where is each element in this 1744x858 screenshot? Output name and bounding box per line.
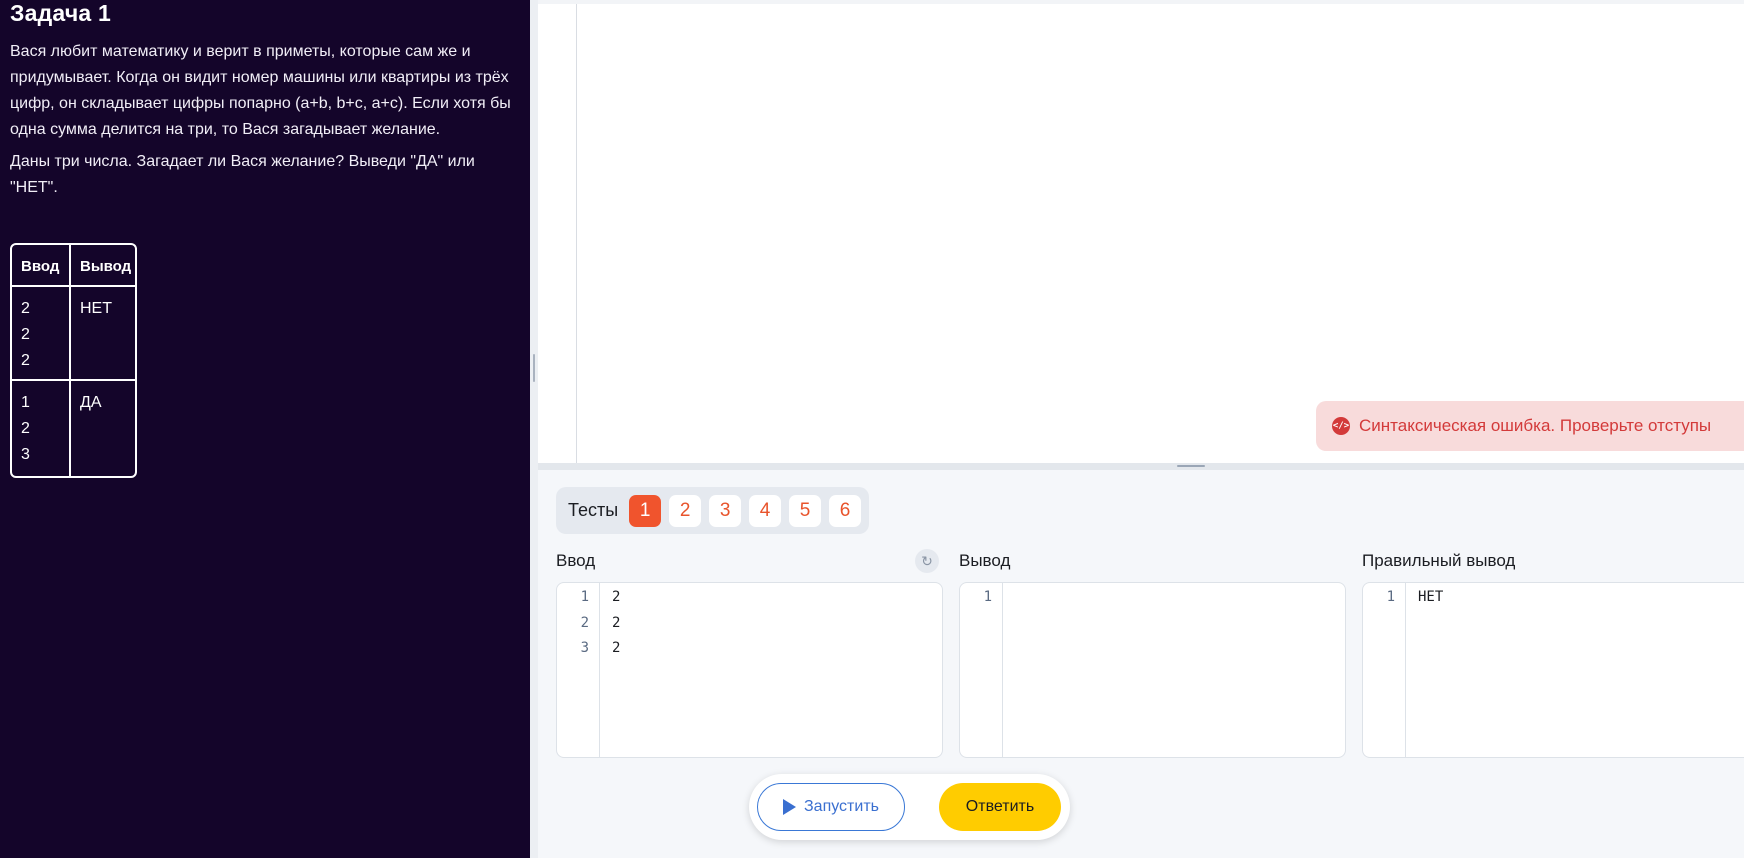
line-number: 1 xyxy=(580,589,589,605)
run-button-label: Запустить xyxy=(804,798,879,815)
input-line: 2 xyxy=(612,640,621,656)
editor-gutter-border xyxy=(576,4,577,463)
syntax-error-toast[interactable]: </> Синтаксическая ошибка. Проверьте отс… xyxy=(1316,401,1744,451)
examples-table: Ввод 2 2 2 1 2 3 Вывод НЕТ ДА xyxy=(10,243,137,478)
test-output-field: 1 xyxy=(959,582,1346,758)
example-input-line: 2 xyxy=(21,326,30,343)
line-number: 1 xyxy=(983,589,992,605)
run-button[interactable]: Запустить xyxy=(757,783,905,831)
input-label: Ввод xyxy=(556,551,596,570)
task-panel: Задача 1 Вася любит математику и верит в… xyxy=(0,0,530,858)
play-icon xyxy=(783,799,796,815)
example-input-line: 3 xyxy=(21,446,30,463)
answer-button-label: Ответить xyxy=(965,798,1035,815)
refresh-icon[interactable]: ↻ xyxy=(915,549,939,573)
test-tab-6[interactable]: 6 xyxy=(829,494,861,527)
tests-selector: Тесты 1 2 3 4 5 6 xyxy=(556,487,869,534)
example-output-cell: НЕТ xyxy=(71,287,135,381)
line-number: 3 xyxy=(580,640,589,656)
output-label: Вывод xyxy=(959,551,1011,570)
test-tab-1[interactable]: 1 xyxy=(629,494,662,527)
horizontal-splitter-handle[interactable] xyxy=(1177,465,1205,467)
examples-header-input: Ввод xyxy=(12,245,69,287)
example-output-line: НЕТ xyxy=(80,300,112,317)
task-title: Задача 1 xyxy=(10,0,111,26)
expected-output-field: 1 НЕТ xyxy=(1362,582,1744,758)
test-input-field[interactable]: 1 2 3 2 2 2 xyxy=(556,582,943,758)
examples-output-column: Вывод НЕТ ДА xyxy=(71,245,135,476)
output-gutter: 1 xyxy=(960,583,1003,757)
horizontal-splitter[interactable] xyxy=(538,463,1744,470)
tests-label: Тесты xyxy=(568,500,619,520)
expected-output-line: НЕТ xyxy=(1418,589,1444,605)
example-output-cell: ДА xyxy=(71,381,135,475)
example-input-line: 2 xyxy=(21,300,30,317)
line-number: 1 xyxy=(1386,589,1395,605)
input-gutter: 1 2 3 xyxy=(557,583,600,757)
answer-button[interactable]: Ответить xyxy=(939,783,1061,831)
vertical-splitter[interactable] xyxy=(530,0,538,858)
test-tab-3[interactable]: 3 xyxy=(709,494,742,527)
examples-input-column: Ввод 2 2 2 1 2 3 xyxy=(12,245,71,476)
input-line: 2 xyxy=(612,615,621,631)
input-line: 2 xyxy=(612,589,621,605)
expected-output-label: Правильный вывод xyxy=(1362,551,1516,570)
example-output-line: ДА xyxy=(80,394,102,411)
example-input-line: 2 xyxy=(21,420,30,437)
example-input-cell: 1 2 3 xyxy=(12,381,69,475)
test-tab-4[interactable]: 4 xyxy=(749,494,782,527)
syntax-error-message: Синтаксическая ошибка. Проверьте отступы xyxy=(1359,416,1712,435)
code-icon: </> xyxy=(1332,417,1350,435)
example-input-cell: 2 2 2 xyxy=(12,287,69,381)
example-input-line: 2 xyxy=(21,352,30,369)
action-bar: Запустить Ответить xyxy=(749,774,1070,840)
test-tab-2[interactable]: 2 xyxy=(669,494,702,527)
code-editor[interactable] xyxy=(538,4,1744,463)
examples-header-output: Вывод xyxy=(71,245,135,287)
expected-gutter: 1 xyxy=(1363,583,1406,757)
example-input-line: 1 xyxy=(21,394,30,411)
test-tab-5[interactable]: 5 xyxy=(789,494,822,527)
line-number: 2 xyxy=(580,615,589,631)
task-description: Вася любит математику и верит в приметы,… xyxy=(10,43,511,138)
vertical-splitter-handle[interactable] xyxy=(533,354,535,382)
task-question: Даны три числа. Загадает ли Вася желание… xyxy=(10,153,475,196)
